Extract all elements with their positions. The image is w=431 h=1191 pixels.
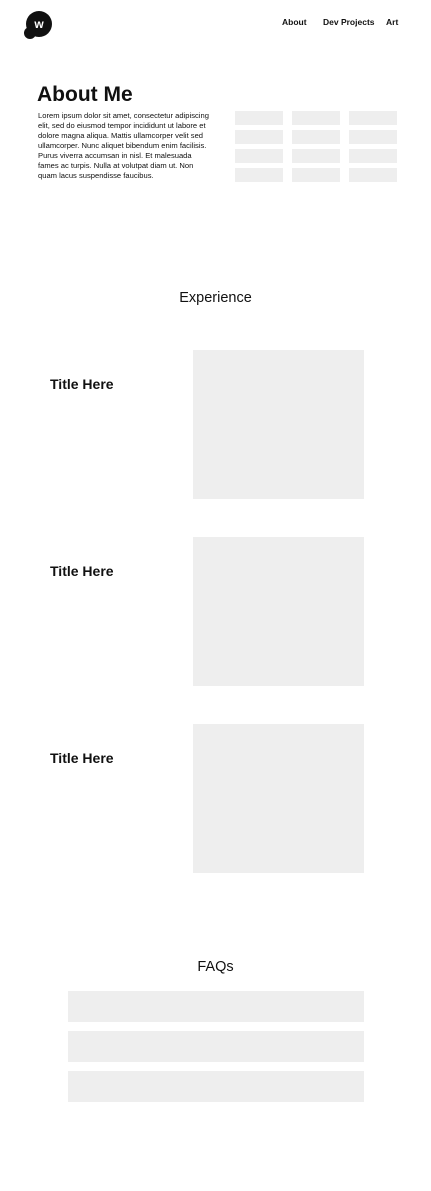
about-text: Lorem ipsum dolor sit amet, consectetur … [38,111,209,180]
faq-item[interactable] [68,991,364,1022]
grid-placeholder [349,130,397,144]
experience-heading: Experience [179,290,252,306]
grid-placeholder [349,149,397,163]
grid-placeholder [292,149,340,163]
faq-item[interactable] [68,1031,364,1062]
grid-placeholder [235,149,283,163]
grid-placeholder [235,168,283,182]
about-title: About Me [37,83,133,106]
experience-image-placeholder [193,724,364,873]
grid-placeholder [235,130,283,144]
experience-image-placeholder [193,537,364,686]
faqs-heading: FAQs [197,959,234,975]
experience-item-title: Title Here [50,563,114,579]
grid-placeholder [235,111,283,125]
nav-dev-projects-link[interactable]: Dev Projects [323,17,375,27]
grid-placeholder [292,111,340,125]
experience-item-title: Title Here [50,750,114,766]
nav-about-link[interactable]: About [282,17,307,27]
logo[interactable]: w [24,11,52,39]
grid-placeholder [349,168,397,182]
grid-placeholder [292,168,340,182]
about-image-grid [235,111,397,182]
experience-item-title: Title Here [50,376,114,392]
faq-item[interactable] [68,1071,364,1102]
grid-placeholder [349,111,397,125]
grid-placeholder [292,130,340,144]
nav-art-link[interactable]: Art [386,17,398,27]
experience-image-placeholder [193,350,364,499]
logo-letter: w [34,17,44,31]
